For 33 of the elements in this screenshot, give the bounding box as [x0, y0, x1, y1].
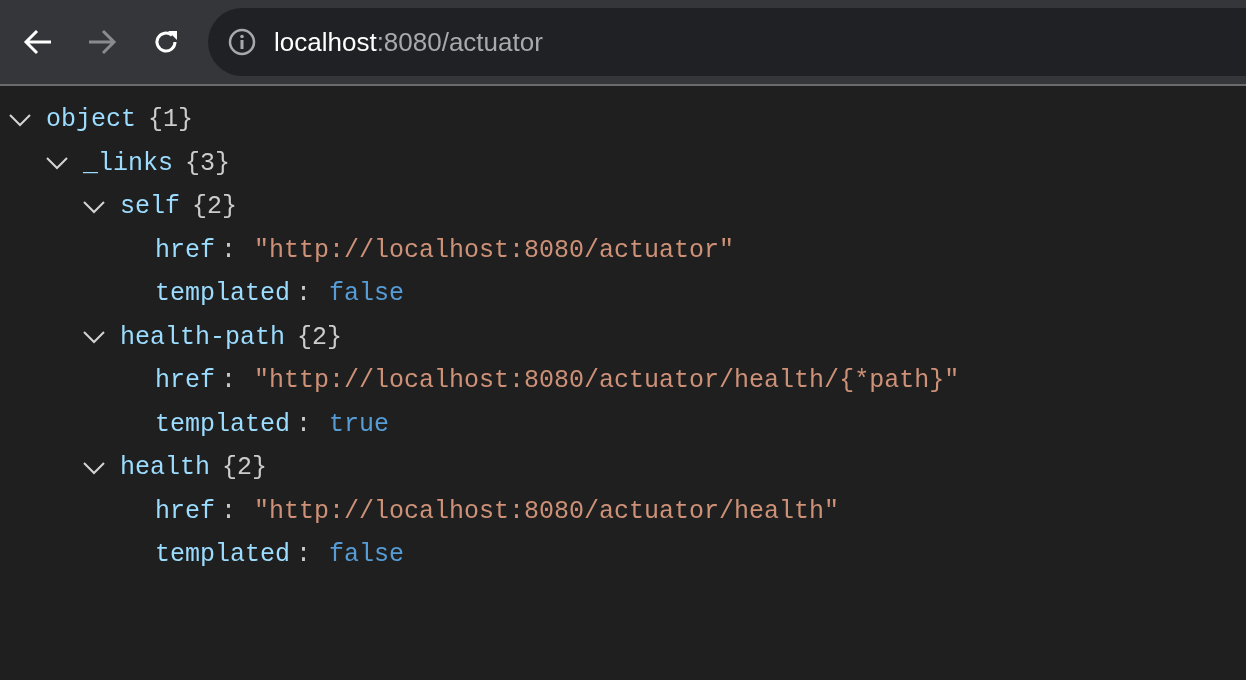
colon-separator: : — [296, 539, 312, 571]
item-count: {1} — [148, 104, 194, 136]
back-arrow-icon — [23, 28, 53, 56]
property-key: href — [155, 231, 215, 269]
colon-separator: : — [296, 278, 312, 310]
colon-separator: : — [296, 408, 312, 441]
forward-arrow-icon — [87, 28, 117, 56]
property-key: templated — [155, 536, 291, 574]
item-count: {3} — [185, 147, 231, 180]
url-text: localhost:8080/actuator — [274, 25, 543, 59]
property-key: templated — [155, 405, 291, 443]
tree-key: object — [46, 101, 136, 139]
colon-separator: : — [221, 495, 237, 528]
item-count: {2} — [297, 321, 343, 354]
item-count: {2} — [192, 191, 238, 223]
property-key: href — [155, 492, 215, 530]
property-key: href — [155, 362, 215, 400]
property-key: templated — [155, 275, 291, 313]
tree-key: self — [120, 188, 180, 226]
property-value: "http://localhost:8080/actuator/health/{*path}" — [254, 365, 960, 397]
item-count: {2} — [222, 452, 268, 484]
property-value: true — [329, 408, 390, 441]
colon-separator: : — [221, 234, 237, 267]
property-value: false — [329, 278, 405, 310]
property-value: "http://localhost:8080/actuator" — [254, 234, 735, 267]
tree-key: health — [120, 449, 210, 487]
info-icon[interactable] — [228, 28, 256, 56]
tree-key: _links — [83, 144, 173, 182]
property-value: "http://localhost:8080/actuator/health" — [254, 495, 840, 528]
colon-separator: : — [221, 365, 237, 397]
tree-key: health-path — [120, 318, 286, 356]
address-bar[interactable]: localhost:8080/actuator — [208, 8, 1246, 76]
property-value: false — [329, 539, 405, 571]
